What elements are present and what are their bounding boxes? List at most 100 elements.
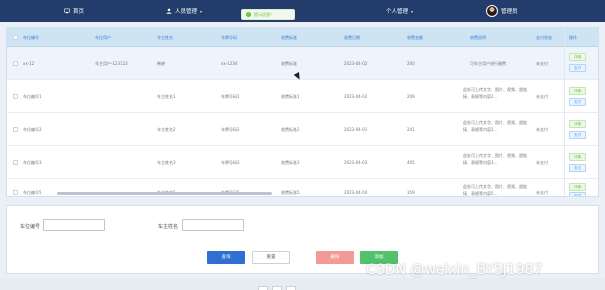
cell-status: 未支付 bbox=[536, 127, 548, 132]
cell-status: 未支付 bbox=[536, 160, 548, 165]
col-amount: 收费金额 bbox=[407, 35, 423, 40]
chevron-down-icon: ▾ bbox=[411, 8, 414, 14]
cell-standard: 收费标准2 bbox=[281, 127, 300, 132]
cell-date: 2023-04-04 bbox=[344, 190, 368, 195]
row-checkbox[interactable] bbox=[13, 61, 18, 66]
table-row[interactable]: 车位编号1 车主姓名1 车牌号码1 收费标准1 2023-04-02 209 此… bbox=[7, 80, 598, 113]
monitor-icon bbox=[64, 8, 70, 14]
row-checkbox[interactable] bbox=[13, 190, 18, 195]
row-checkbox[interactable] bbox=[13, 160, 18, 165]
col-status: 支付状态 bbox=[536, 35, 552, 40]
owner-filter-input[interactable] bbox=[182, 219, 244, 231]
owner-filter-label: 车主姓名 bbox=[158, 224, 179, 230]
cell-slot: 车位编号5 bbox=[23, 190, 42, 195]
col-slot-user: 车位用户 bbox=[95, 35, 111, 40]
detail-button[interactable]: 详情 bbox=[569, 87, 586, 95]
nav-personal-menu[interactable]: 个人管理 ▾ bbox=[386, 0, 413, 22]
cell-plate: 车牌号码3 bbox=[221, 160, 240, 165]
detail-button[interactable]: 详情 bbox=[569, 153, 586, 161]
pay-button[interactable]: 支付 bbox=[569, 98, 586, 106]
col-slot: 车位编号 bbox=[23, 35, 39, 40]
col-note: 收费说明 bbox=[470, 35, 486, 40]
row-checkbox[interactable] bbox=[13, 94, 18, 99]
table-row[interactable]: 车位编号2 车主姓名2 车牌号码2 收费标准2 2023-04-01 241 此… bbox=[7, 113, 598, 146]
cell-amount: 200 bbox=[407, 61, 415, 66]
detail-button[interactable]: 详情 bbox=[569, 53, 586, 61]
col-owner: 车主姓名 bbox=[157, 35, 173, 40]
reset-button[interactable]: 重置 bbox=[252, 251, 290, 264]
cell-standard: 收费标准5 bbox=[281, 190, 300, 195]
col-standard: 收费标准 bbox=[281, 35, 297, 40]
query-button[interactable]: 查询 bbox=[207, 251, 245, 264]
select-all-checkbox[interactable] bbox=[13, 35, 18, 40]
username: 管理员 bbox=[501, 9, 518, 15]
cell-date: 2023-04-02 bbox=[344, 94, 368, 99]
cell-status: 未支付 bbox=[536, 61, 548, 66]
top-navbar: 首页 人员管理 ▾ 个人管理 ▾ 管理员 bbox=[0, 0, 605, 22]
chevron-down-icon: ▾ bbox=[200, 8, 203, 14]
table-row[interactable]: 车位编号3 车主姓名3 车牌号码3 收费标准3 2023-04-03 405 此… bbox=[7, 146, 598, 179]
pay-button[interactable]: 支付 bbox=[569, 131, 586, 139]
toast-message: 提示信息！ bbox=[254, 11, 274, 17]
cell-slot: 车位编号3 bbox=[23, 160, 42, 165]
user-icon bbox=[166, 8, 172, 14]
table-header: 车位编号 车位用户 车主姓名 车牌号码 收费标准 收费日期 收费金额 收费说明 … bbox=[7, 28, 598, 47]
pagination-area bbox=[0, 278, 605, 290]
cell-standard: 收费标准 bbox=[281, 61, 297, 66]
cell-slot-user: 车主用户-123123 bbox=[95, 61, 128, 66]
cell-owner: 车主姓名3 bbox=[157, 160, 176, 165]
cell-amount: 405 bbox=[407, 160, 415, 165]
delete-button[interactable]: 删除 bbox=[316, 251, 354, 264]
cell-owner: 韩婷 bbox=[157, 61, 165, 66]
cell-note: 此处可上传文字、图片、视频、超链接、表格等内容2… bbox=[463, 120, 527, 132]
horizontal-scrollbar[interactable] bbox=[57, 192, 272, 195]
cell-note: 此处可上传文字、图片、视频、超链接、表格等内容3… bbox=[463, 153, 527, 165]
pagination-page[interactable] bbox=[272, 286, 282, 290]
pay-button[interactable]: 支付 bbox=[569, 164, 586, 172]
cell-date: 2023-04-03 bbox=[344, 160, 368, 165]
cell-date: 2023-04-01 bbox=[344, 127, 368, 132]
table-row[interactable]: xx-12 车主用户-123123 韩婷 xx-1234 收费标准 2023-0… bbox=[7, 47, 598, 80]
nav-personal-label: 个人管理 bbox=[386, 9, 409, 15]
cell-status: 未支付 bbox=[536, 190, 548, 195]
col-date: 收费日期 bbox=[344, 35, 360, 40]
cell-owner: 车主姓名1 bbox=[157, 94, 176, 99]
cell-standard: 收费标准1 bbox=[281, 94, 300, 99]
cell-standard: 收费标准3 bbox=[281, 160, 300, 165]
watermark: CSDN @weixin_BYSJ1987 bbox=[366, 262, 543, 278]
nav-home-label: 首页 bbox=[73, 9, 85, 15]
cell-plate: 车牌号码2 bbox=[221, 127, 240, 132]
nav-staff-label: 人员管理 bbox=[175, 9, 198, 15]
nav-staff-menu[interactable]: 人员管理 ▾ bbox=[166, 0, 202, 22]
cell-slot: xx-12 bbox=[23, 61, 35, 66]
pay-button[interactable]: 支付 bbox=[569, 192, 586, 196]
user-profile[interactable]: 管理员 bbox=[486, 0, 518, 22]
detail-button[interactable]: 详情 bbox=[569, 183, 586, 191]
cell-note: 可车主用户进行缴费 bbox=[470, 61, 506, 66]
cell-amount: 241 bbox=[407, 127, 415, 132]
avatar bbox=[486, 5, 498, 17]
cell-status: 未支付 bbox=[536, 94, 548, 99]
pagination-prev[interactable] bbox=[258, 286, 268, 290]
col-plate: 车牌号码 bbox=[221, 35, 237, 40]
cell-slot: 车位编号2 bbox=[23, 127, 42, 132]
cell-plate: 车牌号码1 bbox=[221, 94, 240, 99]
charge-table: 车位编号 车位用户 车主姓名 车牌号码 收费标准 收费日期 收费金额 收费说明 … bbox=[6, 27, 599, 197]
pay-button[interactable]: 支付 bbox=[569, 64, 586, 72]
detail-button[interactable]: 详情 bbox=[569, 120, 586, 128]
col-actions: 操作 bbox=[569, 35, 577, 40]
cell-slot: 车位编号1 bbox=[23, 94, 42, 99]
cell-note: 此处可上传文字、图片、视频、超链接、表格等内容5… bbox=[463, 184, 527, 196]
cell-date: 2023-04-02 bbox=[344, 61, 368, 66]
slot-filter-input[interactable] bbox=[43, 219, 105, 231]
actions-column-divider bbox=[564, 28, 565, 196]
slot-filter-label: 车位编号 bbox=[20, 224, 41, 230]
check-circle-icon: ✓ bbox=[246, 12, 251, 17]
cell-plate: xx-1234 bbox=[221, 61, 238, 66]
cell-amount: 359 bbox=[407, 190, 415, 195]
nav-home[interactable]: 首页 bbox=[64, 0, 84, 22]
success-toast: ✓ 提示信息！ bbox=[241, 9, 295, 20]
cell-note: 此处可上传文字、图片、视频、超链接、表格等内容2… bbox=[463, 87, 527, 99]
pagination-next[interactable] bbox=[286, 286, 296, 290]
row-checkbox[interactable] bbox=[13, 127, 18, 132]
